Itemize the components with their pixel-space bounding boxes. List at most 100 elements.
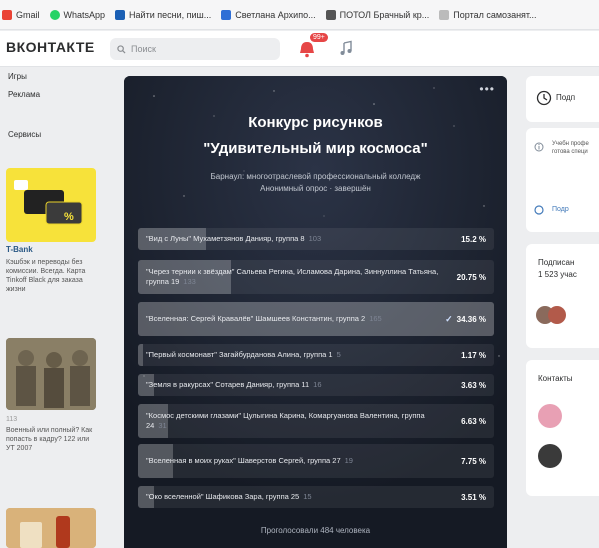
contacts-title[interactable]: Контакты [538, 374, 573, 383]
poll-option-percent: 6.63 % [461, 404, 486, 438]
contacts-card: Контакты [526, 360, 599, 496]
poll-option-votes: 165 [369, 314, 382, 323]
poll-option[interactable]: "Земля в ракурсах" Сотарев Данияр, групп… [138, 374, 494, 396]
gmail-icon [2, 9, 12, 20]
poll-option-percent: 7.75 % [461, 444, 486, 478]
poll-option-percent-value: 3.51 % [461, 492, 486, 502]
poll-option-percent: 15.2 % [461, 228, 486, 250]
poll-option-label: "Космос детскими глазами" Цулыгина Карин… [146, 411, 425, 430]
poll-option-label: "Первый космонавт" Загайбурданова Алина,… [146, 350, 333, 359]
poll-option-percent-value: 6.63 % [461, 416, 486, 426]
poll-post: ••• Конкурс рисунков "Удивительный мир к… [124, 76, 507, 548]
poll-option-votes: 16 [313, 380, 322, 389]
poll-title-line1: Конкурс рисунков [248, 114, 383, 131]
poll-option-percent-value: 7.75 % [461, 456, 486, 466]
poll-option-percent-value: 1.17 % [461, 350, 486, 360]
subscribers-count: 1 523 учас [538, 270, 577, 279]
poll-option-label: "Вселенная в моих руках" Шаверстов Серге… [146, 456, 341, 465]
poll-option[interactable]: "Через тернии к звёздам" Сальева Регина,… [138, 260, 494, 294]
bookmark-gmail[interactable]: Gmail [2, 9, 40, 20]
poll-option[interactable]: "Око вселенной" Шафикова Зара, группа 25… [138, 486, 494, 508]
poll-option-percent-value: 34.36 % [456, 314, 486, 324]
music-icon[interactable] [338, 40, 354, 56]
poll-option-bar [138, 344, 144, 366]
poll-option-label: "Вселенная: Сергей Кравалёв" Шамшеев Кон… [146, 314, 366, 323]
subscribe-icon [536, 90, 552, 106]
poll-option-label: "Око вселенной" Шафикова Зара, группа 25 [146, 492, 300, 501]
svg-text:%: % [64, 211, 74, 223]
poll-option-text: "Вселенная в моих руках" Шаверстов Серге… [146, 444, 446, 478]
bookmark-4[interactable]: Светлана Архипо... [221, 9, 316, 20]
ad-banner-image[interactable]: % [6, 168, 96, 242]
info-icon [534, 142, 544, 152]
poll-option[interactable]: "Вид с Луны" Мухаметзянов Данияр, группа… [138, 228, 494, 250]
poll-option[interactable]: "Вселенная: Сергей Кравалёв" Шамшеев Кон… [138, 302, 494, 336]
checkmark-icon: ✓ [445, 313, 453, 324]
bookmark-3[interactable]: Найти песни, пиш... [115, 9, 211, 20]
bank-card-illustration: % [14, 180, 83, 225]
info-text: Учебн профе готова специ [552, 141, 589, 155]
bookmark-whatsapp[interactable]: WhatsApp [49, 9, 105, 20]
subscribe-button[interactable]: Подп [556, 93, 575, 102]
poll-option[interactable]: "Космос детскими глазами" Цулыгина Карин… [138, 404, 494, 438]
poll-option-text: "Вселенная: Сергей Кравалёв" Шамшеев Кон… [146, 302, 446, 336]
search-input[interactable]: Поиск [110, 38, 280, 60]
link-icon [534, 205, 544, 215]
contact-avatar[interactable] [538, 444, 562, 468]
poll-option-votes: 31 [158, 421, 167, 430]
bookmark-5[interactable]: ПОТОЛ Брачный кр... [325, 9, 429, 20]
bookmark-icon [325, 9, 336, 20]
left-column: Игры Реклама Сервисы % T-Bank Кэшбэк и п… [0, 68, 108, 548]
bookmarks-bar: Gmail WhatsApp Найти песни, пиш... Светл… [0, 0, 599, 30]
poll-option-percent-value: 3.63 % [461, 380, 486, 390]
nav-item-ads[interactable]: Реклама [8, 90, 40, 99]
site-logo[interactable]: ВКОНТАКТЕ [6, 39, 95, 55]
ad-photo-soldiers[interactable] [6, 338, 96, 410]
poll-option[interactable]: "Вселенная в моих руках" Шаверстов Серге… [138, 444, 494, 478]
poll-option-text: "Через тернии к звёздам" Сальева Регина,… [146, 260, 446, 294]
poll-option-votes: 5 [336, 350, 341, 359]
bookmark-icon [221, 9, 232, 20]
poll-subtitle: Барнаул: многоотраслевой профессиональны… [210, 172, 421, 181]
bookmark-icon [115, 9, 126, 20]
search-placeholder: Поиск [131, 44, 156, 54]
search-icon [117, 44, 126, 54]
bookmark-6[interactable]: Портал самозанят... [439, 9, 537, 20]
poll-option-text: "Земля в ракурсах" Сотарев Данияр, групп… [146, 374, 446, 396]
poll-voted-count: Проголосовали 484 человека [260, 526, 371, 535]
ad2-description: Военный или полный? Как попасть в кадру?… [6, 427, 93, 452]
nav-item-services[interactable]: Сервисы [8, 130, 41, 139]
poll-option-percent: 3.51 % [461, 486, 486, 508]
poll-option-votes: 15 [303, 492, 312, 501]
poll-option-label: "Земля в ракурсах" Сотарев Данияр, групп… [146, 380, 310, 389]
poll-option-percent: 20.75 % [457, 260, 486, 294]
ad-title[interactable]: T-Bank [6, 245, 33, 254]
poll-option-text: "Око вселенной" Шафикова Зара, группа 25… [146, 486, 446, 508]
soldiers-photo [6, 338, 96, 410]
poll-title-line2: "Удивительный мир космоса" [203, 140, 428, 157]
subscribers-card: Подписан 1 523 учас [526, 244, 599, 348]
notifications-bell-icon[interactable] [296, 39, 318, 59]
ad-photo-product[interactable] [6, 508, 96, 548]
post-more-options-icon[interactable]: ••• [479, 82, 495, 96]
poll-option-text: "Вид с Луны" Мухаметзянов Данияр, группа… [146, 228, 446, 250]
bookmark-icon [439, 9, 450, 20]
subscribe-card: Подп [526, 76, 599, 122]
poll-option-percent: 1.17 % [461, 344, 486, 366]
poll-option-votes: 19 [344, 456, 353, 465]
poll-option-text: "Космос детскими глазами" Цулыгина Карин… [146, 404, 446, 438]
ad-description: Кэшбэк и переводы без комиссии. Всегда. … [6, 259, 86, 293]
subscriber-avatar[interactable] [548, 306, 566, 324]
info-card: Учебн профе готова специ Подр [526, 128, 599, 232]
subscribers-title[interactable]: Подписан [538, 258, 574, 267]
poll-option-percent-value: 15.2 % [461, 234, 486, 244]
ad2-views: 113 [6, 416, 18, 423]
poll-option-label: "Вид с Луны" Мухаметзянов Данияр, группа… [146, 234, 305, 243]
poll-option[interactable]: "Первый космонавт" Загайбурданова Алина,… [138, 344, 494, 366]
contact-avatar[interactable] [538, 404, 562, 428]
whatsapp-icon [49, 9, 60, 20]
poll-option-text: "Первый космонавт" Загайбурданова Алина,… [146, 344, 446, 366]
poll-status: Анонимный опрос · завершён [260, 184, 371, 193]
info-more-link[interactable]: Подр [552, 206, 569, 213]
nav-item-games[interactable]: Игры [8, 72, 27, 81]
